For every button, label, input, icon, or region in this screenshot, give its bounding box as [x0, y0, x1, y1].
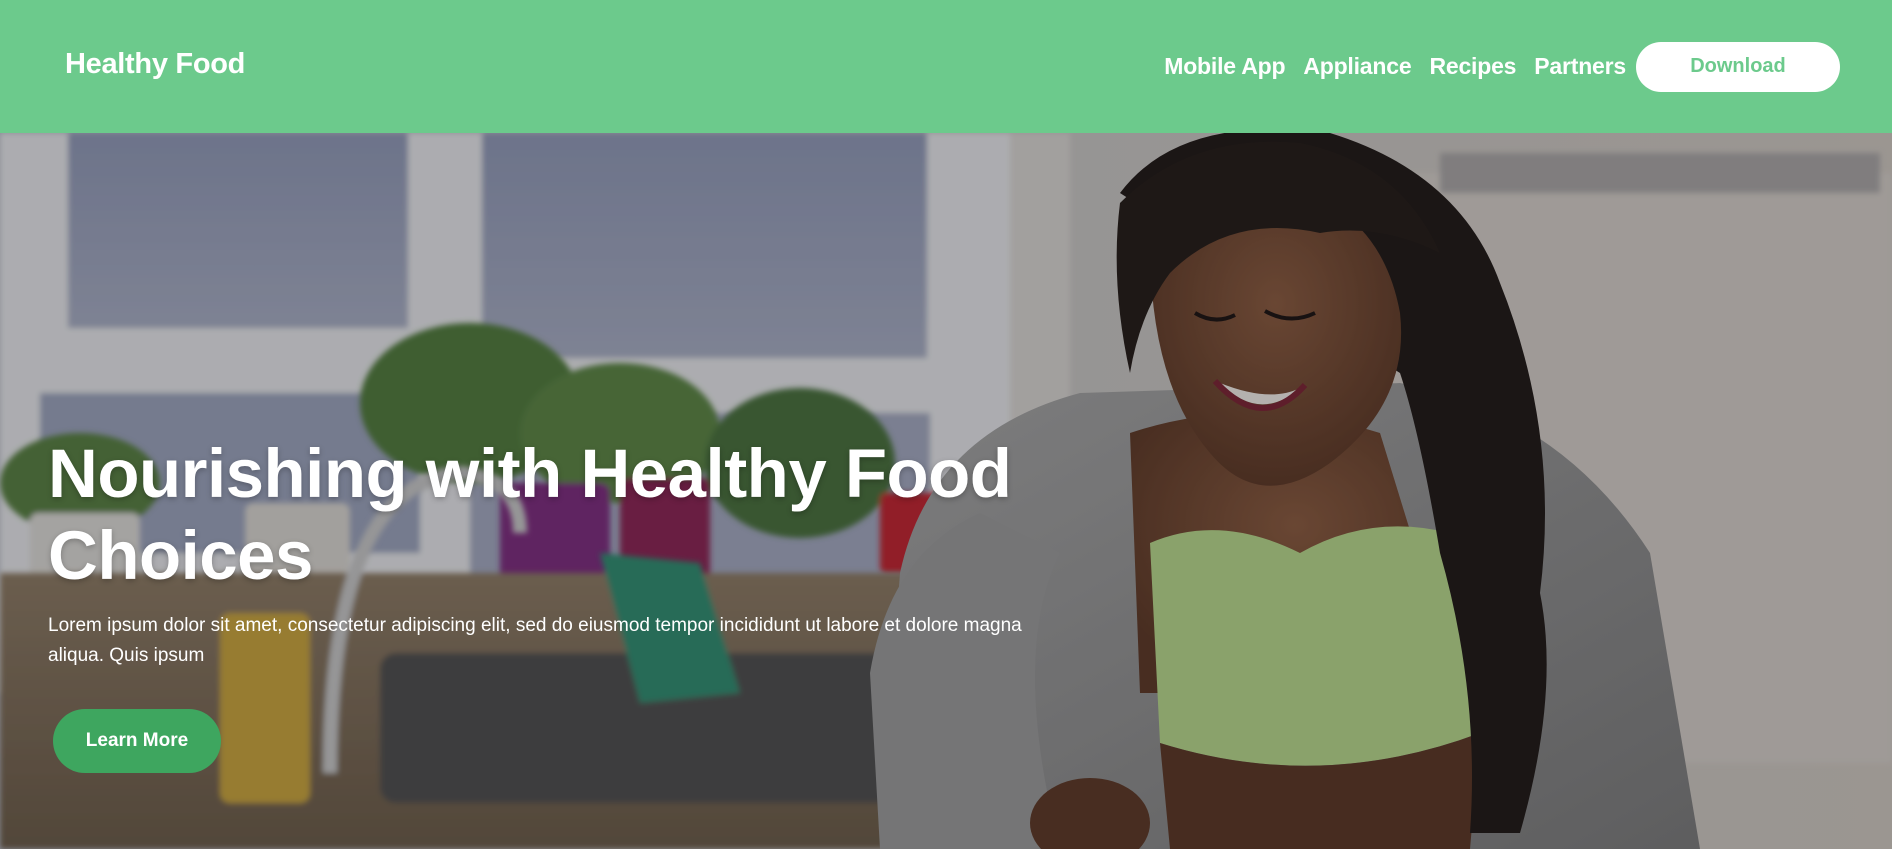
hero-description: Lorem ipsum dolor sit amet, consectetur …	[48, 615, 1022, 666]
learn-more-button[interactable]: Learn More	[53, 709, 221, 773]
nav-link-partners[interactable]: Partners	[1534, 53, 1626, 80]
site-header: Healthy Food Mobile App Appliance Recipe…	[0, 0, 1892, 133]
hero-section: Nourishing with Healthy Food Choices Lor…	[0, 133, 1892, 849]
brand-logo[interactable]: Healthy Food	[65, 48, 245, 81]
nav-link-recipes[interactable]: Recipes	[1429, 53, 1516, 80]
nav-link-appliance[interactable]: Appliance	[1303, 53, 1411, 80]
nav-link-mobile-app[interactable]: Mobile App	[1164, 53, 1285, 80]
download-button[interactable]: Download	[1636, 41, 1840, 92]
main-nav: Mobile App Appliance Recipes Partners	[1164, 53, 1626, 80]
page: Healthy Food Mobile App Appliance Recipe…	[0, 0, 1892, 849]
nav-area: Mobile App Appliance Recipes Partners Do…	[1164, 41, 1840, 92]
hero-title: Nourishing with Healthy Food Choices	[48, 435, 1012, 594]
hero-content: Nourishing with Healthy Food Choices Lor…	[48, 433, 1048, 773]
